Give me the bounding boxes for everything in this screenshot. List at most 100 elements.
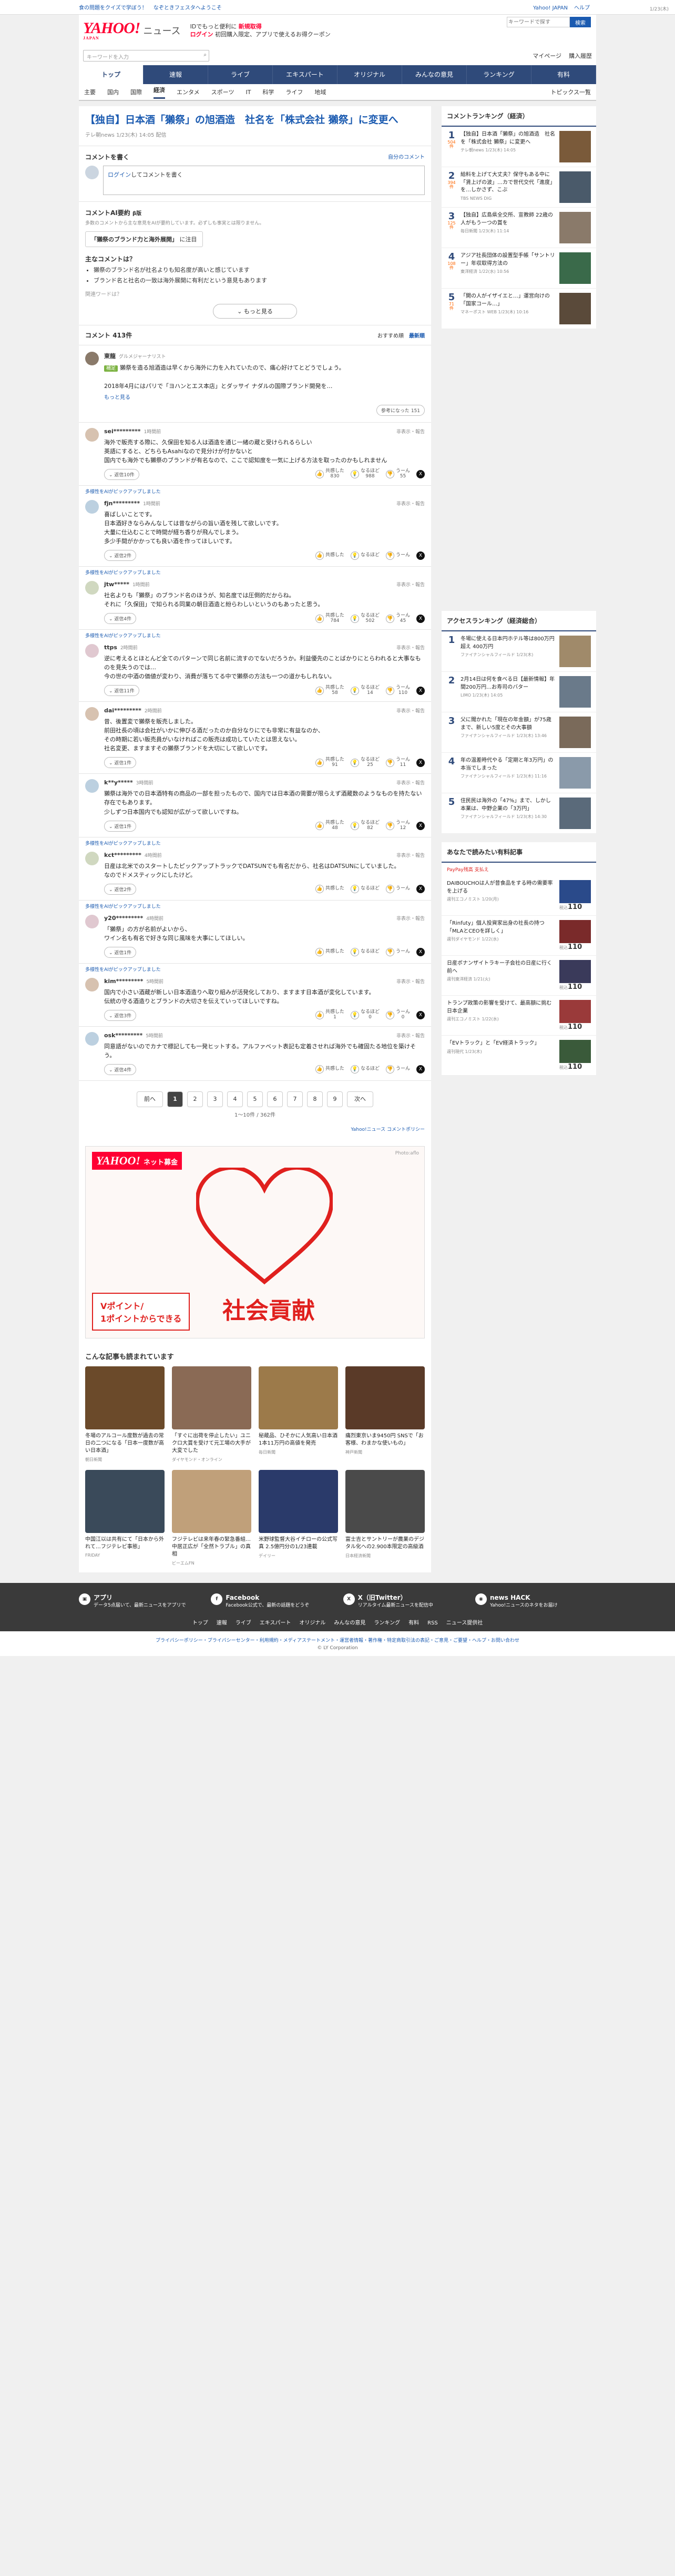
subnav-science[interactable]: 科学 bbox=[262, 88, 274, 96]
access-thumbnail[interactable] bbox=[559, 717, 591, 748]
vote-nod-button[interactable]: 💡 なるほど 0 bbox=[350, 1010, 380, 1020]
mypage-link[interactable]: マイページ bbox=[533, 53, 561, 59]
paid-title[interactable]: 「EVトラック」と「EV経済トラック」 bbox=[447, 1040, 555, 1048]
vote-bad-button[interactable]: 👎 うーん 11 bbox=[385, 757, 410, 768]
ranking-item[interactable]: 3 125件 【独自】広島県全交所、宣教師 22歳の人がもう一つの賞を 毎日新聞 1/… bbox=[442, 208, 596, 248]
gnav-expert[interactable]: エキスパート bbox=[273, 65, 338, 84]
user-id[interactable]: sei********* bbox=[104, 428, 141, 435]
rec-title[interactable]: 秘蔵品、ひそかに人気高い日本酒 1本11万円の高値を発売 bbox=[259, 1433, 338, 1447]
subnav-economy[interactable]: 経済 bbox=[154, 86, 165, 99]
paid-thumbnail[interactable] bbox=[559, 960, 591, 983]
expert-more-link[interactable]: もっと見る bbox=[104, 393, 425, 401]
rec-title[interactable]: 富士吉とサントリーが農業のデジタル化への2.900本限定の高級酒 bbox=[345, 1536, 425, 1551]
rec-thumbnail[interactable] bbox=[259, 1469, 338, 1533]
ranking-item[interactable]: 5 71件 「開の人がイザイエと…」運営向けの「国家コール…」 マネーポスト WEB … bbox=[442, 289, 596, 329]
user-id[interactable]: dai********* bbox=[104, 707, 141, 714]
footer-item[interactable]: f Facebook Facebook公式で、最新の話題をどうぞ bbox=[211, 1593, 332, 1609]
access-thumbnail[interactable] bbox=[559, 757, 591, 789]
report-link[interactable]: 非表示・報告 bbox=[396, 852, 425, 858]
pager-page[interactable]: 1 bbox=[167, 1091, 183, 1107]
reply-button[interactable]: ⌄ 返信1件 bbox=[104, 946, 137, 958]
paid-item[interactable]: トランプ政策の影響を受けて、最高額に挑む日本企業 週刊エコノミスト 1/22(水)… bbox=[442, 996, 596, 1036]
x-share-icon[interactable]: X bbox=[416, 551, 425, 560]
pager-page[interactable]: 8 bbox=[307, 1091, 323, 1107]
user-avatar[interactable] bbox=[85, 1031, 99, 1046]
ad-banner[interactable]: YAHOO! ネット募金 Photo:aflo Vポイント/1ポイントからできる … bbox=[85, 1146, 425, 1338]
comment-policy-link[interactable]: Yahoo!ニュース コメントポリシー bbox=[79, 1118, 431, 1140]
gnav-flash[interactable]: 速報 bbox=[144, 65, 208, 84]
ranking-item[interactable]: 2 394件 給料を上げて大丈夫？保守もある中に「賃上げの波」…カで世代交代「進度」… bbox=[442, 167, 596, 208]
paid-title[interactable]: 日産ボナンザイトラキー子会社の日産に行く前へ bbox=[447, 960, 555, 975]
rec-title[interactable]: 痛烈東京いま9450円 SNSで「お客様、わまかな使いもの」 bbox=[345, 1433, 425, 1447]
reply-button[interactable]: ⌄ 返信3件 bbox=[104, 1009, 137, 1021]
rec-card[interactable]: 中国江以は共有にて「日本から外れて…フジテレビ事態」 FRIDAY bbox=[85, 1469, 165, 1566]
paid-title[interactable]: トランプ政策の影響を受けて、最高額に挑む日本企業 bbox=[447, 1000, 555, 1015]
rank-title[interactable]: 【独自】広島県全交所、宣教師 22歳の人がもう一つの賞を bbox=[461, 212, 555, 227]
user-id[interactable]: kct********* bbox=[104, 852, 141, 858]
footer-link[interactable]: オリジナル bbox=[299, 1620, 325, 1626]
help-link[interactable]: ヘルプ bbox=[574, 5, 590, 11]
vote-bad-button[interactable]: 👎 うーん 12 bbox=[385, 820, 410, 831]
festa-link[interactable]: なぞときフェスタへようこそ bbox=[154, 5, 222, 11]
user-name[interactable]: osk********* 5時間前 bbox=[104, 1032, 425, 1039]
yahoo-top-link[interactable]: Yahoo! JAPAN bbox=[533, 5, 568, 11]
paid-thumbnail[interactable] bbox=[559, 1000, 591, 1023]
gnav-paid[interactable]: 有料 bbox=[531, 65, 596, 84]
pager-page[interactable]: 7 bbox=[287, 1091, 303, 1107]
reply-button[interactable]: ⌄ 返信11件 bbox=[104, 685, 139, 697]
user-id[interactable]: fjn********* bbox=[104, 500, 140, 507]
paid-title[interactable]: DAIBOUCHOは人が昔食品をする時の需要率を上げる bbox=[447, 880, 555, 895]
pager-next[interactable]: 次へ bbox=[347, 1091, 373, 1107]
pager-page[interactable]: 4 bbox=[227, 1091, 243, 1107]
rec-title[interactable]: 「すぐに出荷を停止したい」ユニクロ大賞を受けて元工場の大手が大変でした bbox=[172, 1433, 251, 1455]
rank-title[interactable]: 【独自】日本酒「獺祭」の旭酒造 社名を「株式会社 獺祭」に変更へ bbox=[461, 131, 555, 146]
search-icon[interactable]: ⌕ bbox=[203, 52, 207, 58]
rec-card[interactable]: 秘蔵品、ひそかに人気高い日本酒 1本11万円の高値を発売 毎日新聞 bbox=[259, 1366, 338, 1463]
sort-newest[interactable]: 最新順 bbox=[409, 333, 425, 339]
legal-links[interactable]: プライバシーポリシー・プライバシーセンター・利用規約・メディアステートメント・運… bbox=[5, 1637, 670, 1643]
vote-bad-button[interactable]: 👎 うーん 0 bbox=[385, 1010, 410, 1020]
purchase-link[interactable]: 購入履歴 bbox=[569, 53, 592, 59]
access-item[interactable]: 3 父に聞かれた「現在の年金額」が75歳まで、新しい5度とその大事額 ファイナンシャ… bbox=[442, 712, 596, 753]
vote-like-button[interactable]: 👍 共感した 830 bbox=[315, 469, 344, 479]
rec-thumbnail[interactable] bbox=[345, 1469, 425, 1533]
gnav-original[interactable]: オリジナル bbox=[338, 65, 402, 84]
rec-card[interactable]: 「すぐに出荷を停止したい」ユニクロ大賞を受けて元工場の大手が大変でした ダイヤモン… bbox=[172, 1366, 251, 1463]
rec-card[interactable]: 富士吉とサントリーが農業のデジタル化への2.900本限定の高級酒 日本経済新聞 bbox=[345, 1469, 425, 1566]
access-title[interactable]: 年の温差時代やる「定期と年3万円」の本当でしまった bbox=[461, 757, 555, 772]
access-thumbnail[interactable] bbox=[559, 798, 591, 829]
ranking-item[interactable]: 1 504件 【独自】日本酒「獺祭」の旭酒造 社名を「株式会社 獺祭」に変更へ テレ朝… bbox=[442, 127, 596, 167]
pager-page[interactable]: 9 bbox=[327, 1091, 343, 1107]
vote-bad-button[interactable]: 👎 うーん bbox=[385, 1065, 410, 1074]
footer-link[interactable]: ランキング bbox=[374, 1620, 400, 1626]
user-name[interactable]: kim********* 5時間前 bbox=[104, 978, 425, 985]
x-share-icon[interactable]: X bbox=[416, 1011, 425, 1020]
vote-nod-button[interactable]: 💡 なるほど 988 bbox=[350, 469, 380, 479]
user-avatar[interactable] bbox=[85, 499, 99, 514]
access-title[interactable]: 住民民は海外の「47%」まで、しかし本業は、中野企業の「3万円」 bbox=[461, 798, 555, 813]
user-id[interactable]: ttps bbox=[104, 644, 117, 651]
vote-like-button[interactable]: 👍 共感した 784 bbox=[315, 613, 344, 624]
rec-thumbnail[interactable] bbox=[85, 1366, 165, 1429]
news-label[interactable]: ニュース bbox=[143, 24, 180, 37]
access-item[interactable]: 1 冬場に使える日本円ホテル等は800万円超え 400万円 ファイナンシャルフィール… bbox=[442, 631, 596, 672]
gnav-live[interactable]: ライブ bbox=[208, 65, 273, 84]
paid-item[interactable]: 「Rinfuty」個人投資家出身の社長の持つ「MLAとCEOを詳しく」 週刊ダイヤ… bbox=[442, 916, 596, 956]
user-avatar[interactable] bbox=[85, 779, 99, 793]
rec-title[interactable]: 米野球監督大谷イチローの公式写真 2.5億円分の1/23連載 bbox=[259, 1536, 338, 1551]
pager-page[interactable]: 3 bbox=[207, 1091, 223, 1107]
rank-title[interactable]: アジア社長団体の設置型手帳「サントリー」年収取得方法の bbox=[461, 252, 555, 268]
rank-title[interactable]: 給料を上げて大丈夫？保守もある中に「賃上げの波」…カで世代交代「進度」を…しかさ… bbox=[461, 171, 555, 195]
user-avatar[interactable] bbox=[85, 644, 99, 658]
pager-page[interactable]: 2 bbox=[187, 1091, 203, 1107]
footer-link[interactable]: RSS bbox=[427, 1620, 438, 1626]
pager-page[interactable]: 6 bbox=[267, 1091, 283, 1107]
subnav-life[interactable]: ライフ bbox=[285, 88, 303, 96]
paid-item[interactable]: DAIBOUCHOは人が昔食品をする時の需要率を上げる 週刊エコノミスト 1/20… bbox=[442, 876, 596, 916]
vote-like-button[interactable]: 👍 共感した 58 bbox=[315, 685, 344, 696]
rec-thumbnail[interactable] bbox=[259, 1366, 338, 1429]
user-avatar[interactable] bbox=[85, 977, 99, 991]
paid-thumbnail[interactable] bbox=[559, 1040, 591, 1063]
report-link[interactable]: 非表示・報告 bbox=[396, 644, 425, 651]
rec-thumbnail[interactable] bbox=[345, 1366, 425, 1429]
